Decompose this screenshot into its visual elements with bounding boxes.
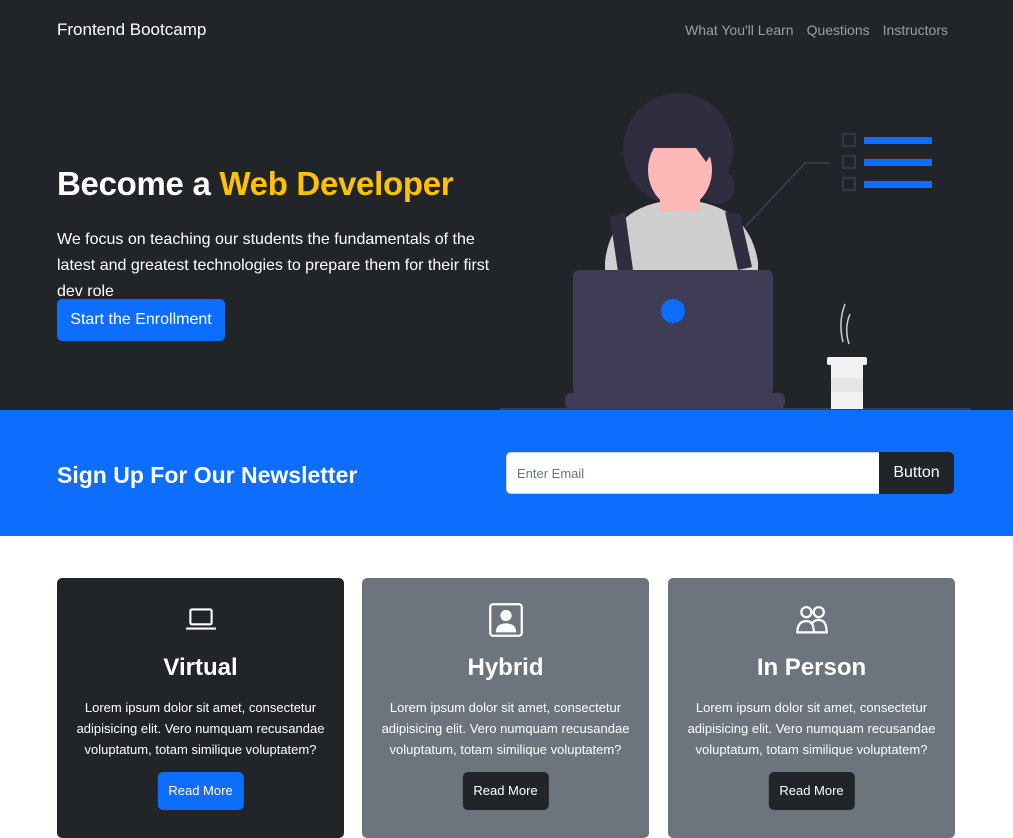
read-more-button[interactable]: Read More — [157, 772, 244, 810]
card-hybrid: Hybrid Lorem ipsum dolor sit amet, conse… — [362, 578, 649, 838]
person-square-icon — [362, 602, 649, 638]
hero-title-prefix: Become a — [57, 165, 211, 202]
brand-link[interactable]: Frontend Bootcamp — [57, 20, 206, 40]
card-title: In Person — [756, 654, 867, 681]
read-more-button[interactable]: Read More — [462, 772, 549, 810]
card-title: Virtual — [163, 654, 238, 681]
newsletter-heading: Sign Up For Our Newsletter — [57, 462, 358, 488]
read-more-button[interactable]: Read More — [768, 772, 855, 810]
card-text: Lorem ipsum dolor sit amet, consectetur … — [687, 700, 936, 757]
hero-section: Become a Web Developer We focus on teach… — [0, 62, 1013, 410]
start-enrollment-button[interactable]: Start the Enrollment — [57, 299, 225, 341]
card-virtual: Virtual Lorem ipsum dolor sit amet, cons… — [57, 578, 344, 838]
nav-link-learn[interactable]: What You'll Learn — [685, 22, 794, 38]
developer-illustration — [500, 93, 970, 410]
hero-title-accent: Web Developer — [219, 165, 454, 202]
email-input[interactable] — [506, 452, 879, 494]
card-text: Lorem ipsum dolor sit amet, consectetur … — [76, 700, 325, 757]
card-title: Hybrid — [467, 654, 544, 681]
nav-links: What You'll Learn Questions Instructors — [685, 22, 948, 38]
people-icon — [668, 602, 955, 638]
hero-title: Become a Web Developer — [57, 165, 454, 203]
laptop-icon — [57, 602, 344, 638]
newsletter-section: Sign Up For Our Newsletter Button — [0, 410, 1013, 536]
nav-link-instructors[interactable]: Instructors — [883, 22, 948, 38]
card-text: Lorem ipsum dolor sit amet, consectetur … — [381, 700, 630, 757]
learning-options-section: Virtual Lorem ipsum dolor sit amet, cons… — [0, 536, 1013, 838]
nav-link-questions[interactable]: Questions — [807, 22, 870, 38]
card-in-person: In Person Lorem ipsum dolor sit amet, co… — [668, 578, 955, 838]
navbar: Frontend Bootcamp What You'll Learn Ques… — [0, 0, 1013, 62]
hero-description: We focus on teaching our students the fu… — [57, 231, 490, 300]
newsletter-submit-button[interactable]: Button — [879, 452, 954, 494]
